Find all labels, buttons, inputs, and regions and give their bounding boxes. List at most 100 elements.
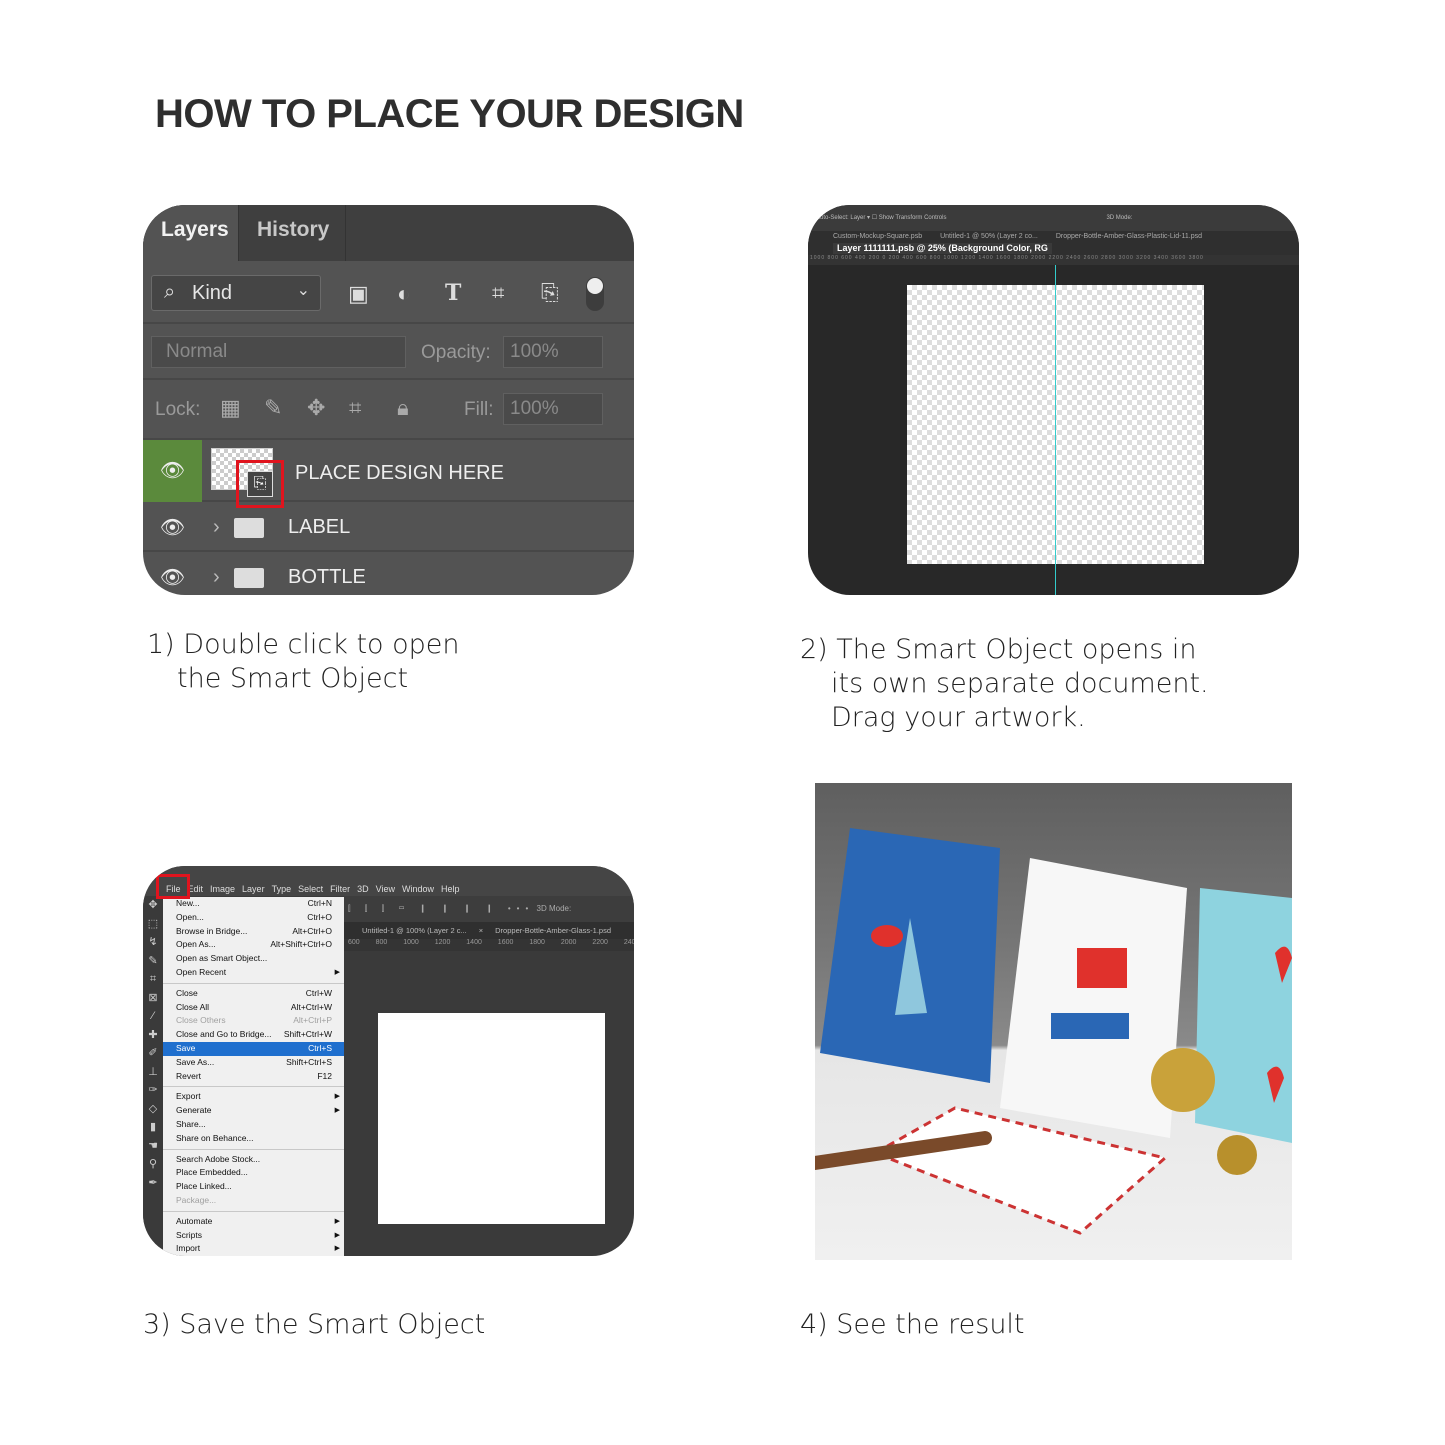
lock-artboard-crop-icon[interactable]: ⌗ xyxy=(349,395,361,421)
step4-caption: 4) See the result xyxy=(800,1309,1025,1340)
layer-row-place-design-here[interactable]: 👁︎ ⎘ PLACE DESIGN HERE xyxy=(143,440,634,508)
menu-item-search-adobe-stock[interactable]: Search Adobe Stock... xyxy=(163,1153,344,1167)
menu-layer[interactable]: Layer xyxy=(242,884,265,894)
shape-filter-icon[interactable]: ⌗ xyxy=(492,280,504,306)
menu-item-generate[interactable]: Generate ▶ xyxy=(163,1104,344,1118)
menu-item-import[interactable]: Import ▶ xyxy=(163,1242,344,1256)
menu-item-label: Search Adobe Stock... xyxy=(176,1153,261,1164)
3d-mode-label: 3D Mode: xyxy=(1106,215,1133,221)
quick-select-tool-icon[interactable]: ✎ xyxy=(143,952,163,971)
adjustment-filter-icon[interactable]: ◐ xyxy=(397,281,410,307)
doc-tab[interactable]: Dropper-Bottle-Amber-Glass-1.psd xyxy=(495,926,611,935)
menu-view[interactable]: View xyxy=(376,884,395,894)
eye-visibility-icon[interactable]: 👁︎ xyxy=(143,554,202,595)
healing-tool-icon[interactable]: ✚ xyxy=(143,1026,163,1045)
menu-item-browse-in-bridge[interactable]: Browse in Bridge... Alt+Ctrl+O xyxy=(163,925,344,939)
submenu-arrow-icon: ▶ xyxy=(334,1093,340,1101)
frame-tool-icon[interactable]: ⊠ xyxy=(143,989,163,1008)
lock-transparent-icon[interactable]: ▦ xyxy=(220,395,241,421)
menu-item-revert[interactable]: Revert F12 xyxy=(163,1070,344,1084)
menu-item-close[interactable]: Close Ctrl+W xyxy=(163,987,344,1001)
result-photo xyxy=(808,783,1292,1260)
smart-object-highlight: ⎘ xyxy=(236,460,284,508)
menu-item-scripts[interactable]: Scripts ▶ xyxy=(163,1229,344,1243)
eye-visibility-icon[interactable]: 👁︎ xyxy=(143,440,202,502)
layer-row-bottle[interactable]: 👁︎ › BOTTLE xyxy=(143,554,634,595)
brush-tool-icon[interactable]: ✐ xyxy=(143,1044,163,1063)
filter-toggle[interactable] xyxy=(586,277,604,311)
blend-mode-select[interactable]: Normal xyxy=(151,336,406,368)
image-filter-icon[interactable]: ▣ xyxy=(348,281,369,307)
menu-3d[interactable]: 3D xyxy=(357,884,369,894)
history-brush-icon[interactable]: ✑ xyxy=(143,1081,163,1100)
doc-tab[interactable]: Untitled-1 @ 50% (Layer 2 co... xyxy=(940,232,1038,242)
eye-visibility-icon[interactable]: 👁︎ xyxy=(143,504,202,552)
menu-item-save[interactable]: Save Ctrl+S xyxy=(163,1041,344,1056)
menu-item-open-recent[interactable]: Open Recent ▶ xyxy=(163,966,344,980)
lock-all-icon[interactable]: 🔒︎ xyxy=(397,395,409,421)
fill-input[interactable]: 100% xyxy=(503,393,603,425)
chevron-right-icon[interactable]: › xyxy=(213,566,220,589)
folder-icon xyxy=(234,518,264,538)
smudge-tool-icon[interactable]: ☚ xyxy=(143,1137,163,1156)
marquee-tool-icon[interactable]: ⬚ xyxy=(143,915,163,934)
document-tabs: Custom-Mockup-Square.psb Untitled-1 @ 50… xyxy=(808,231,1299,255)
lock-paint-brush-icon[interactable]: ✎ xyxy=(264,395,282,421)
menu-item-automate[interactable]: Automate ▶ xyxy=(163,1215,344,1229)
menu-item-label: New... xyxy=(176,898,200,908)
layer-row-label[interactable]: 👁︎ › LABEL xyxy=(143,504,634,552)
menu-window[interactable]: Window xyxy=(402,884,434,894)
dodge-tool-icon[interactable]: ⚲ xyxy=(143,1155,163,1174)
submenu-arrow-icon: ▶ xyxy=(334,1107,340,1115)
menu-item-shortcut: Alt+Shift+Ctrl+O xyxy=(270,939,332,950)
pen-tool-icon[interactable]: ✒ xyxy=(143,1174,163,1193)
opacity-input[interactable]: 100% xyxy=(503,336,603,368)
doc-tab[interactable]: Custom-Mockup-Square.psb xyxy=(833,232,922,242)
white-canvas[interactable] xyxy=(378,1013,605,1224)
menu-item-place-linked[interactable]: Place Linked... xyxy=(163,1180,344,1194)
chevron-right-icon[interactable]: › xyxy=(213,516,220,539)
menu-item-open-as-smart-object[interactable]: Open as Smart Object... xyxy=(163,952,344,966)
lasso-tool-icon[interactable]: ↯ xyxy=(143,933,163,952)
smart-object-filter-icon[interactable]: ⎘ xyxy=(541,280,559,306)
submenu-arrow-icon: ▶ xyxy=(334,1245,340,1253)
doc-tab[interactable]: Untitled-1 @ 100% (Layer 2 c... xyxy=(362,926,467,935)
doc-tab-active[interactable]: Layer 1111111.psb @ 25% (Background Colo… xyxy=(833,243,1052,254)
menu-item-open-as[interactable]: Open As... Alt+Shift+Ctrl+O xyxy=(163,938,344,952)
menu-item-close-all[interactable]: Close All Alt+Ctrl+W xyxy=(163,1001,344,1015)
menu-item-close-others: Close Others Alt+Ctrl+P xyxy=(163,1014,344,1028)
stamp-tool-icon[interactable]: ⊥ xyxy=(143,1063,163,1082)
menu-item-export[interactable]: Export ▶ xyxy=(163,1090,344,1104)
type-filter-icon[interactable]: T xyxy=(445,280,461,306)
menu-item-open[interactable]: Open... Ctrl+O xyxy=(163,911,344,925)
menu-item-label: Export xyxy=(176,1091,201,1102)
lock-label: Lock: xyxy=(155,399,201,420)
menu-item-share-on-behance[interactable]: Share on Behance... xyxy=(163,1132,344,1146)
doc-tab[interactable]: Dropper-Bottle-Amber-Glass-Plastic-Lid-1… xyxy=(1056,232,1202,242)
menu-filter[interactable]: Filter xyxy=(330,884,350,894)
menu-item-share[interactable]: Share... xyxy=(163,1118,344,1132)
menu-help[interactable]: Help xyxy=(441,884,460,894)
step3-caption: 3) Save the Smart Object xyxy=(143,1309,486,1340)
eyedropper-tool-icon[interactable]: ⁄ xyxy=(143,1007,163,1026)
menu-item-save-as[interactable]: Save As... Shift+Ctrl+S xyxy=(163,1056,344,1070)
menu-select[interactable]: Select xyxy=(298,884,323,894)
gradient-tool-icon[interactable]: ▮ xyxy=(143,1118,163,1137)
gift-icon xyxy=(1077,948,1127,988)
crop-tool-icon[interactable]: ⌗ xyxy=(143,970,163,989)
tab-history[interactable]: History xyxy=(238,205,346,261)
filter-kind-select[interactable]: ⌕ Kind ⌄ xyxy=(151,275,321,311)
menu-item-label: Share on Behance... xyxy=(176,1132,254,1143)
tab-layers[interactable]: Layers xyxy=(143,205,238,261)
lock-position-move-icon[interactable]: ✥ xyxy=(307,395,325,421)
menu-image[interactable]: Image xyxy=(210,884,235,894)
menu-separator xyxy=(163,982,344,984)
menu-type[interactable]: Type xyxy=(272,884,292,894)
eraser-tool-icon[interactable]: ◇ xyxy=(143,1100,163,1119)
menu-item-label: Revert xyxy=(176,1070,202,1081)
file-menu-highlight xyxy=(156,874,190,899)
menu-item-close-and-go-to-bridge[interactable]: Close and Go to Bridge... Shift+Ctrl+W xyxy=(163,1028,344,1042)
options-bar: Auto-Select: Layer ▾ ☐ Show Transform Co… xyxy=(808,205,1299,231)
menu-item-new[interactable]: New... Ctrl+N xyxy=(163,897,344,911)
menu-item-place-embedded[interactable]: Place Embedded... xyxy=(163,1166,344,1180)
